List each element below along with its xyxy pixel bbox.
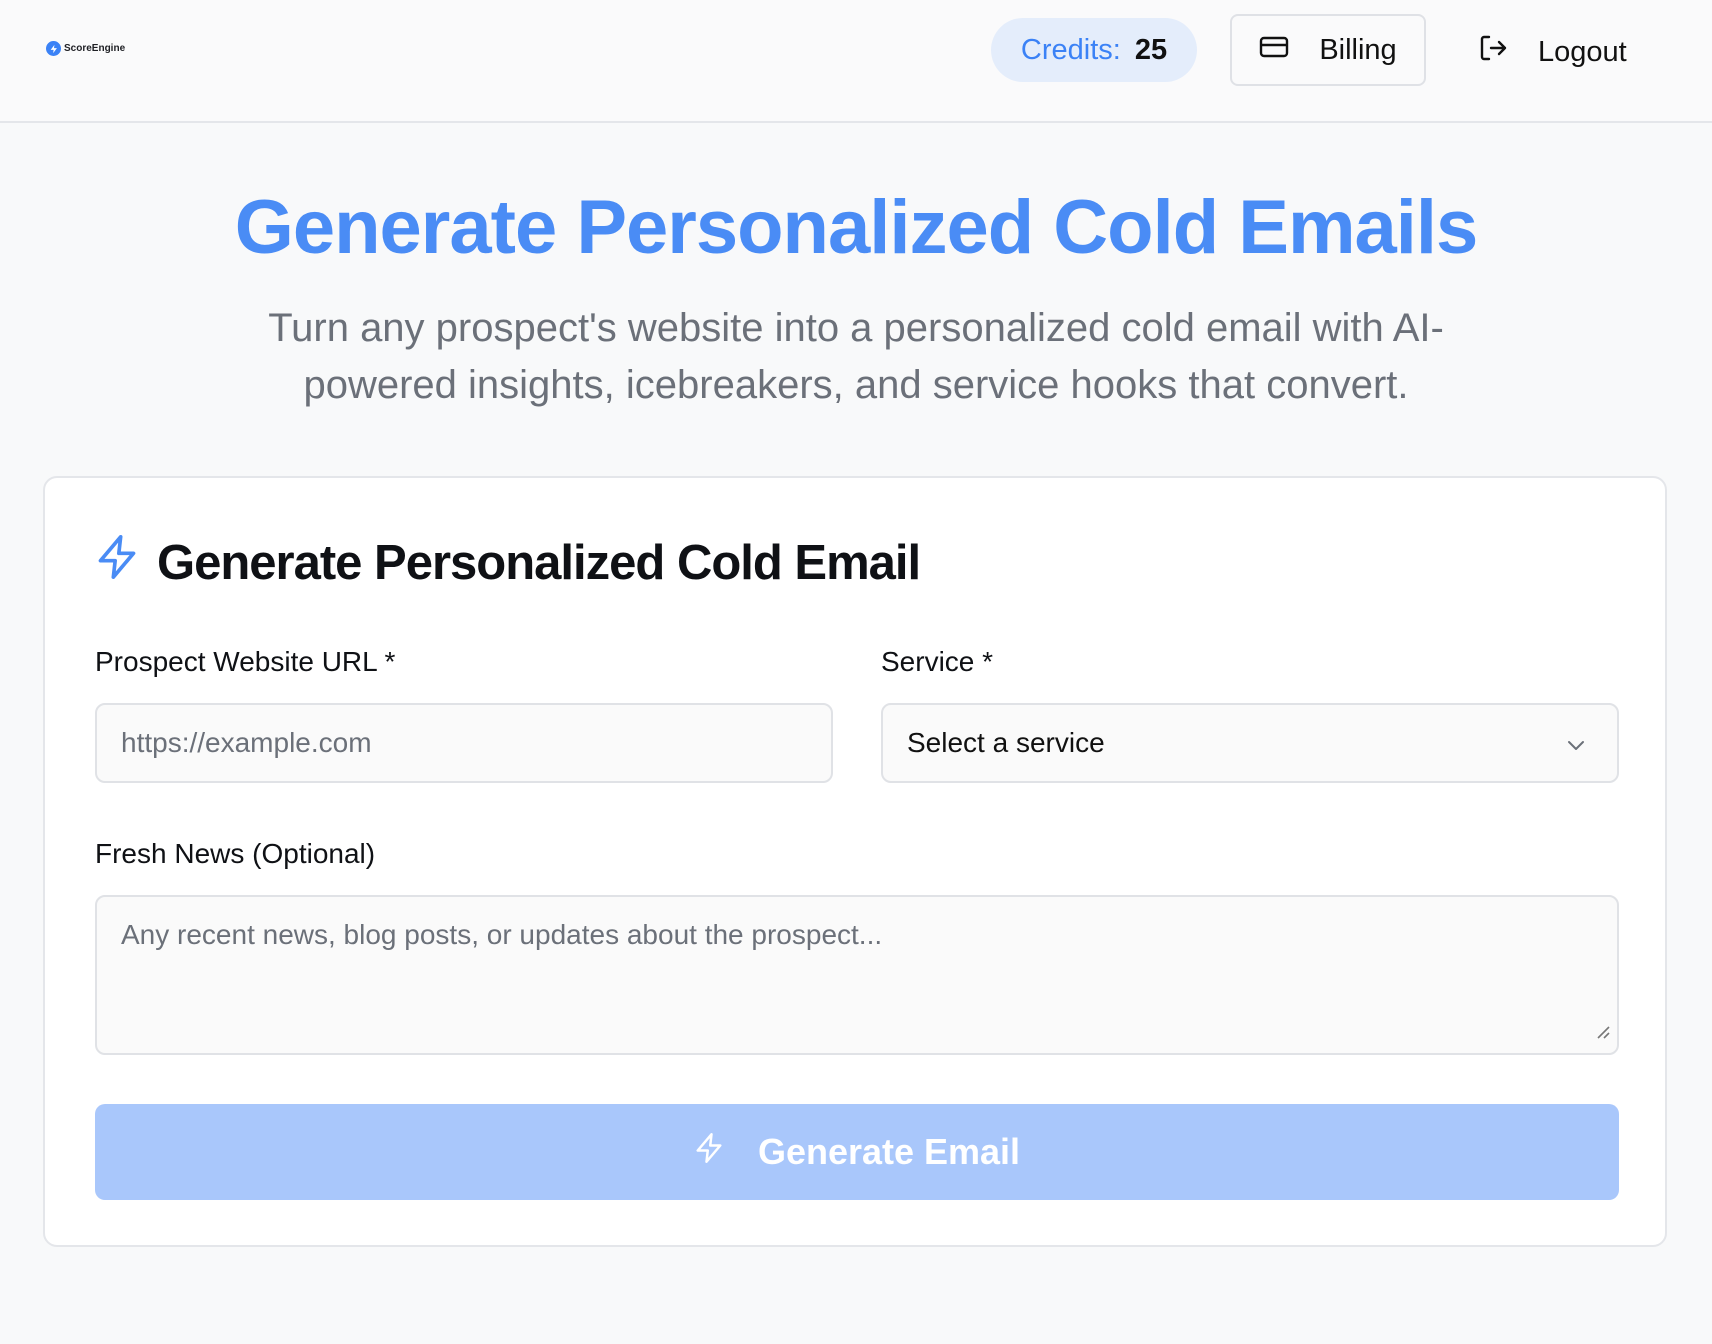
lightning-icon bbox=[95, 533, 139, 593]
service-label: Service * bbox=[881, 646, 994, 677]
resize-handle-icon[interactable] bbox=[1595, 1015, 1611, 1047]
url-label: Prospect Website URL * bbox=[95, 646, 396, 677]
url-placeholder: https://example.com bbox=[121, 727, 372, 758]
logo[interactable]: ScoreEngine bbox=[46, 41, 125, 56]
lightning-icon bbox=[694, 1131, 724, 1174]
service-selected-value: Select a service bbox=[907, 727, 1105, 758]
news-placeholder: Any recent news, blog posts, or updates … bbox=[121, 919, 883, 950]
logo-icon bbox=[46, 41, 61, 56]
credits-badge: Credits: 25 bbox=[991, 18, 1197, 82]
generate-email-button[interactable]: Generate Email bbox=[95, 1104, 1619, 1200]
credits-count: 25 bbox=[1134, 33, 1168, 66]
page-subtitle: Turn any prospect's website into a perso… bbox=[268, 306, 1444, 407]
logout-icon bbox=[1478, 33, 1508, 71]
form-title-text: Generate Personalized Cold Email bbox=[157, 536, 921, 590]
logo-text: ScoreEngine bbox=[64, 43, 126, 54]
chevron-down-icon bbox=[1565, 731, 1587, 763]
generate-email-label: Generate Email bbox=[757, 1131, 1021, 1172]
page-title: Generate Personalized Cold Emails bbox=[234, 185, 1479, 270]
top-nav: ScoreEngine Credits: 25 Billing Logout bbox=[0, 0, 1712, 123]
fresh-news-textarea[interactable]: Any recent news, blog posts, or updates … bbox=[95, 895, 1619, 1055]
service-select[interactable]: Select a service bbox=[881, 703, 1619, 783]
logout-label: Logout bbox=[1538, 35, 1627, 68]
email-form-card: Generate Personalized Cold Email Prospec… bbox=[43, 476, 1667, 1247]
billing-label: Billing bbox=[1319, 33, 1397, 66]
billing-button[interactable]: Billing bbox=[1230, 14, 1426, 86]
form-title: Generate Personalized Cold Email bbox=[95, 533, 921, 593]
prospect-url-input[interactable]: https://example.com bbox=[95, 703, 833, 783]
news-label: Fresh News (Optional) bbox=[95, 838, 376, 869]
logout-button[interactable]: Logout bbox=[1478, 20, 1658, 84]
credits-label: Credits: bbox=[1020, 33, 1121, 66]
credit-card-icon bbox=[1259, 34, 1289, 67]
